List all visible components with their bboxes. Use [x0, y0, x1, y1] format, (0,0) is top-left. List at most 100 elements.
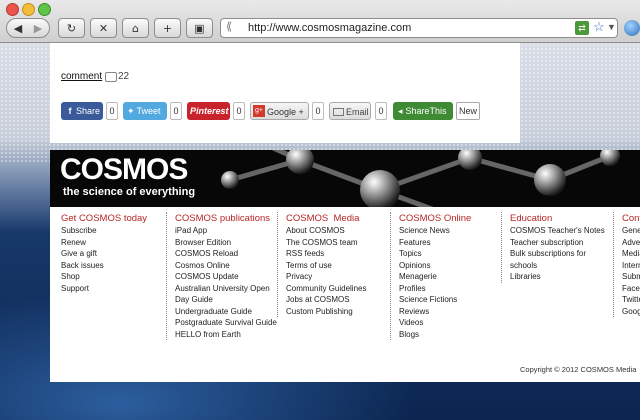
googleplus-label: Google +: [267, 107, 304, 117]
email-share-button[interactable]: Email: [329, 102, 371, 120]
sharethis-icon: ◂: [398, 106, 403, 116]
footer-link[interactable]: Postgraduate Survival Guide: [175, 317, 277, 329]
footer-link[interactable]: COSMOS Reload: [175, 248, 277, 260]
comment-count: 22: [118, 71, 130, 82]
footer-link[interactable]: Adver: [622, 237, 640, 249]
site-footer: COSMOS the science of everything Get COS…: [50, 150, 640, 382]
copyright-text: Copyright © 2012 COSMOS Media: [520, 365, 637, 374]
tweet-label: Tweet: [136, 106, 161, 116]
footer-link[interactable]: Twitte: [622, 294, 640, 306]
envelope-icon: [333, 108, 344, 116]
home-button[interactable]: ⌂: [122, 18, 149, 38]
footer-link[interactable]: About COSMOS: [286, 225, 366, 237]
footer-column-heading: Conta: [622, 213, 640, 224]
footer-link[interactable]: Libraries: [510, 271, 605, 283]
pinterest-button[interactable]: Pinterest: [187, 102, 230, 120]
footer-link[interactable]: Undergraduate Guide: [175, 306, 277, 318]
footer-column-heading: Education: [510, 213, 553, 224]
reload-icon: ↻: [66, 22, 77, 35]
stop-button[interactable]: ✕: [90, 18, 117, 38]
twitter-count: 0: [170, 102, 182, 120]
globe-icon[interactable]: [624, 20, 640, 36]
footer-link[interactable]: Support: [61, 283, 147, 295]
cosmos-logo[interactable]: COSMOS: [60, 153, 188, 187]
downloads-button[interactable]: ▣: [186, 18, 213, 38]
footer-column-heading: COSMOS Online: [399, 213, 472, 224]
close-window-button[interactable]: [6, 3, 19, 16]
footer-link[interactable]: Back issues: [61, 260, 147, 272]
footer-link[interactable]: Australian University Open: [175, 283, 277, 295]
footer-link[interactable]: iPad App: [175, 225, 277, 237]
footer-column-media: COSMOS Media About COSMOS The COSMOS tea…: [277, 212, 366, 317]
footer-link[interactable]: Subscribe: [61, 225, 147, 237]
footer-link[interactable]: Profiles: [399, 283, 471, 295]
footer-column-get-cosmos: Get COSMOS today Subscribe Renew Give a …: [61, 212, 147, 294]
reload-button[interactable]: ↻: [58, 18, 85, 38]
footer-link[interactable]: Cosmos Online: [175, 260, 277, 272]
address-bar[interactable]: ⟪ http://www.cosmosmagazine.com ⇄ ☆ ▼: [220, 18, 618, 38]
footer-link[interactable]: Browser Edition: [175, 237, 277, 249]
dropdown-arrow-icon[interactable]: ▼: [607, 22, 616, 32]
footer-link[interactable]: Custom Publishing: [286, 306, 366, 318]
footer-link[interactable]: Community Guidelines: [286, 283, 366, 295]
footer-link[interactable]: Intern: [622, 260, 640, 272]
article-panel: comment 22 f Share 0 ✦ Tweet 0 Pinterest 0…: [50, 43, 520, 143]
bookmark-star-icon[interactable]: ☆: [593, 19, 605, 35]
footer-link[interactable]: The COSMOS team: [286, 237, 366, 249]
zoom-window-button[interactable]: [38, 3, 51, 16]
footer-link[interactable]: schools: [510, 260, 605, 272]
footer-link[interactable]: Faceb: [622, 283, 640, 295]
sharethis-label: ShareThis: [405, 106, 447, 116]
footer-link[interactable]: Shop: [61, 271, 147, 283]
footer-column-heading: Get COSMOS today: [61, 213, 148, 224]
footer-link[interactable]: Topics: [399, 248, 471, 260]
googleplus-count: 0: [312, 102, 324, 120]
footer-link[interactable]: Subm: [622, 271, 640, 283]
back-arrow-icon[interactable]: ◀: [8, 19, 28, 39]
facebook-icon: f: [68, 106, 72, 116]
facebook-share-button[interactable]: f Share: [61, 102, 103, 120]
footer-link[interactable]: HELLO from Earth: [175, 329, 277, 341]
facebook-share-count: 0: [106, 102, 118, 120]
forward-arrow-icon[interactable]: ▶: [28, 19, 48, 39]
sharethis-button[interactable]: ◂ ShareThis: [393, 102, 453, 120]
footer-link[interactable]: Videos: [399, 317, 471, 329]
downloads-icon: ▣: [194, 22, 205, 35]
footer-column-education: Education COSMOS Teacher's Notes Teacher…: [501, 212, 605, 283]
url-text[interactable]: http://www.cosmosmagazine.com: [248, 22, 411, 34]
site-identity-icon[interactable]: ⟪: [226, 20, 232, 33]
footer-link[interactable]: Give a gift: [61, 248, 147, 260]
footer-link[interactable]: Menagerie: [399, 271, 471, 283]
googleplus-button[interactable]: g+ Google +: [250, 102, 309, 120]
browser-toolbar: ◀ ▶ ↻ ✕ ⌂ + ▣ ⟪ http://www.cosmosmagazine…: [0, 0, 640, 43]
new-badge[interactable]: New: [456, 102, 480, 120]
footer-link[interactable]: Media: [622, 248, 640, 260]
footer-link[interactable]: COSMOS Teacher's Notes: [510, 225, 605, 237]
footer-link[interactable]: Jobs at COSMOS: [286, 294, 366, 306]
footer-link[interactable]: Renew: [61, 237, 147, 249]
pinterest-label: Pinterest: [190, 106, 229, 116]
pinterest-count: 0: [233, 102, 245, 120]
footer-link[interactable]: Features: [399, 237, 471, 249]
footer-link[interactable]: Bulk subscriptions for: [510, 248, 605, 260]
minimize-window-button[interactable]: [22, 3, 35, 16]
footer-column-publications: COSMOS publications iPad App Browser Edi…: [166, 212, 277, 340]
share-icon[interactable]: ⇄: [575, 21, 589, 35]
footer-link[interactable]: Science News: [399, 225, 471, 237]
footer-link[interactable]: Day Guide: [175, 294, 277, 306]
footer-link[interactable]: Goog: [622, 306, 640, 318]
footer-link[interactable]: Teacher subscription: [510, 237, 605, 249]
footer-link[interactable]: Opinions: [399, 260, 471, 272]
footer-link[interactable]: Gener: [622, 225, 640, 237]
footer-link[interactable]: RSS feeds: [286, 248, 366, 260]
footer-link[interactable]: Science Fictions: [399, 294, 471, 306]
footer-link[interactable]: Terms of use: [286, 260, 366, 272]
googleplus-icon: g+: [253, 105, 265, 117]
comment-link[interactable]: comment: [61, 71, 102, 82]
footer-link[interactable]: Blogs: [399, 329, 471, 341]
add-bookmark-button[interactable]: +: [154, 18, 181, 38]
footer-link[interactable]: Privacy: [286, 271, 366, 283]
footer-link[interactable]: Reviews: [399, 306, 471, 318]
footer-link[interactable]: COSMOS Update: [175, 271, 277, 283]
twitter-tweet-button[interactable]: ✦ Tweet: [123, 102, 167, 120]
